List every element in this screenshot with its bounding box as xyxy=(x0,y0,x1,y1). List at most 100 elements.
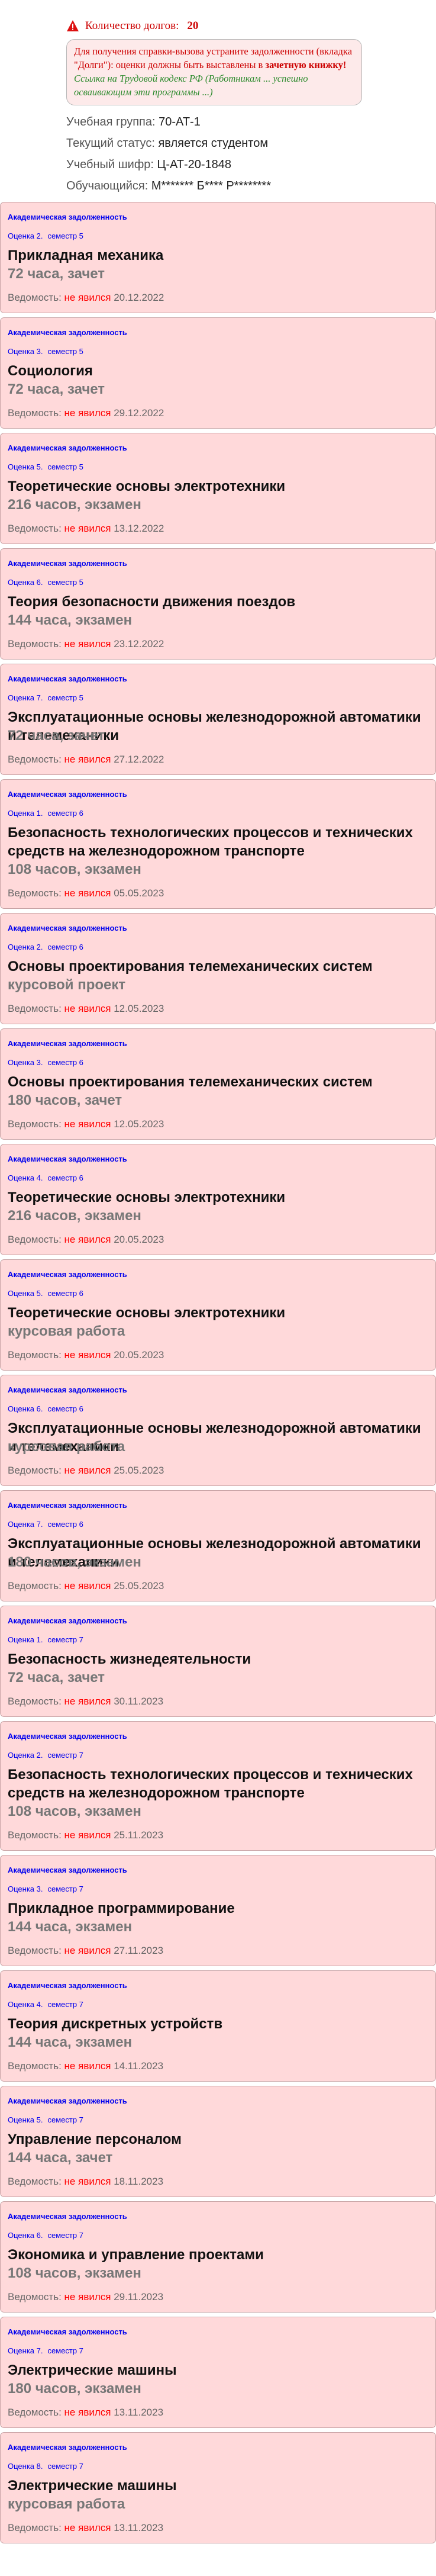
hours-and-form: 180 часов, экзамен xyxy=(8,2381,141,2397)
ledger-date: 12.05.2023 xyxy=(114,1118,164,1130)
ledger-label: Ведомость: xyxy=(8,523,62,534)
ledger-date: 05.05.2023 xyxy=(114,887,164,899)
record-tag: Академическая задолженность xyxy=(8,559,127,568)
ledger-label: Ведомость: xyxy=(8,2060,62,2072)
labor-code-link[interactable]: Ссылка на Трудовой кодекс РФ (Работникам… xyxy=(74,73,308,98)
attendance-status: не явился xyxy=(64,2522,111,2533)
debt-card: Академическая задолженность Оценка 4. семе… xyxy=(0,1970,436,2082)
semester: семестр 5 xyxy=(47,462,83,471)
hours-and-form: 72 часа, зачет xyxy=(8,1670,105,1686)
ledger-line: Ведомость: не явился 18.11.2023 xyxy=(8,2176,163,2188)
discipline-title: Теоретические основы электротехники xyxy=(8,1305,286,1321)
semester: семестр 7 xyxy=(47,2346,83,2355)
ledger-line: Ведомость: не явился 25.05.2023 xyxy=(8,1465,164,1477)
record-tag: Академическая задолженность xyxy=(8,1039,127,1048)
info-student-value: М******* Б**** Р******** xyxy=(151,179,271,192)
semester: семестр 6 xyxy=(47,1404,83,1413)
grade-line: Оценка 6. семестр 5 xyxy=(8,578,83,587)
discipline-title: Электрические машины xyxy=(8,2478,177,2494)
hours-and-form: 180 часов, зачет xyxy=(8,1092,122,1108)
debt-card: Академическая задолженность Оценка 7. семе… xyxy=(0,1490,436,1601)
grade-number: Оценка 5. xyxy=(8,462,43,471)
discipline-title: Социология xyxy=(8,363,93,379)
ledger-date: 29.11.2023 xyxy=(114,2291,164,2302)
info-code-value: Ц-АТ-20-1848 xyxy=(157,158,232,171)
attendance-status: не явился xyxy=(64,1234,111,1245)
record-tag: Академическая задолженность xyxy=(8,1732,127,1741)
discipline-title: Безопасность технологических процессов и… xyxy=(8,825,413,859)
hours-and-form: 144 часа, экзамен xyxy=(8,2034,133,2050)
attendance-status: не явился xyxy=(64,1829,111,1841)
debts-label: Количество долгов: xyxy=(85,20,179,32)
grade-line: Оценка 7. семестр 5 xyxy=(8,693,83,702)
grade-line: Оценка 5. семестр 7 xyxy=(8,2115,83,2124)
semester: семестр 7 xyxy=(47,2115,83,2124)
record-tag: Академическая задолженность xyxy=(8,1616,127,1625)
ledger-line: Ведомость: не явился 13.11.2023 xyxy=(8,2522,163,2534)
ledger-date: 25.05.2023 xyxy=(114,1465,164,1476)
grade-number: Оценка 1. xyxy=(8,809,43,818)
ledger-line: Ведомость: не явился 12.05.2023 xyxy=(8,1003,164,1015)
discipline-title: Теория дискретных устройств xyxy=(8,2016,223,2032)
semester: семестр 5 xyxy=(47,693,83,702)
ledger-date: 13.12.2022 xyxy=(114,523,164,534)
semester: семестр 5 xyxy=(47,578,83,587)
semester: семестр 7 xyxy=(47,2000,83,2009)
ledger-date: 27.11.2023 xyxy=(114,1945,164,1956)
debt-card: Академическая задолженность Оценка 1. семе… xyxy=(0,1606,436,1717)
grade-line: Оценка 6. семестр 7 xyxy=(8,2231,83,2240)
record-tag: Академическая задолженность xyxy=(8,1981,127,1990)
grade-line: Оценка 3. семестр 6 xyxy=(8,1058,83,1067)
debt-card: Академическая задолженность Оценка 4. семе… xyxy=(0,1144,436,1255)
ledger-label: Ведомость: xyxy=(8,1003,62,1014)
record-tag: Академическая задолженность xyxy=(8,2327,127,2336)
grade-line: Оценка 2. семестр 7 xyxy=(8,1751,83,1760)
discipline-title: Основы проектирования телемеханических с… xyxy=(8,959,373,975)
grade-line: Оценка 6. семестр 6 xyxy=(8,1404,83,1413)
grade-line: Оценка 8. семестр 7 xyxy=(8,2462,83,2471)
debt-card: Академическая задолженность Оценка 2. семе… xyxy=(0,913,436,1024)
debts-count: 20 xyxy=(187,20,199,32)
hours-and-form: курсовой проект xyxy=(8,977,126,993)
ledger-line: Ведомость: не явился 30.11.2023 xyxy=(8,1696,163,1707)
discipline-title: Теоретические основы электротехники xyxy=(8,478,286,494)
discipline-title: Основы проектирования телемеханических с… xyxy=(8,1074,373,1090)
hours-and-form: 108 часов, экзамен xyxy=(8,861,141,877)
ledger-date: 25.11.2023 xyxy=(114,1829,164,1841)
ledger-line: Ведомость: не явился 13.12.2022 xyxy=(8,523,164,535)
attendance-status: не явился xyxy=(64,1580,111,1591)
ledger-date: 30.11.2023 xyxy=(114,1696,164,1707)
grade-number: Оценка 5. xyxy=(8,1289,43,1298)
info-student: Обучающийся: М******* Б**** Р******** xyxy=(66,175,432,197)
debt-list: Академическая задолженность Оценка 2. семе… xyxy=(0,202,436,2548)
debt-card: Академическая задолженность Оценка 2. семе… xyxy=(0,1721,436,1851)
semester: семестр 5 xyxy=(47,347,83,356)
ledger-label: Ведомость: xyxy=(8,407,62,419)
record-tag: Академическая задолженность xyxy=(8,924,127,932)
discipline-title: Электрические машины xyxy=(8,2362,177,2378)
semester: семестр 7 xyxy=(47,1751,83,1760)
debt-card: Академическая задолженность Оценка 3. семе… xyxy=(0,1855,436,1966)
ledger-date: 13.11.2023 xyxy=(114,2522,164,2533)
ledger-label: Ведомость: xyxy=(8,1696,62,1707)
app-root: Количество долгов: 20 Для получения спра… xyxy=(0,0,436,2576)
hours-and-form: курсовая работа xyxy=(8,2496,125,2512)
ledger-line: Ведомость: не явился 27.12.2022 xyxy=(8,754,164,766)
ledger-label: Ведомость: xyxy=(8,2291,62,2302)
debt-card: Академическая задолженность Оценка 3. семе… xyxy=(0,317,436,429)
ledger-line: Ведомость: не явился 12.05.2023 xyxy=(8,1118,164,1130)
ledger-date: 13.11.2023 xyxy=(114,2407,164,2418)
discipline-title: Теоретические основы электротехники xyxy=(8,1189,286,1205)
ledger-label: Ведомость: xyxy=(8,2407,62,2418)
grade-number: Оценка 7. xyxy=(8,693,43,702)
grade-line: Оценка 1. семестр 6 xyxy=(8,809,83,818)
ledger-date: 14.11.2023 xyxy=(114,2060,164,2072)
grade-line: Оценка 3. семестр 5 xyxy=(8,347,83,356)
attendance-status: не явился xyxy=(64,2060,111,2072)
ledger-line: Ведомость: не явился 13.11.2023 xyxy=(8,2407,163,2419)
attendance-status: не явился xyxy=(64,1696,111,1707)
discipline-title: Прикладная механика xyxy=(8,247,164,263)
hours-and-form: 216 часов, экзамен xyxy=(8,497,141,513)
debts-warning: Количество долгов: 20 xyxy=(66,18,432,34)
debt-card: Академическая задолженность Оценка 2. семе… xyxy=(0,202,436,313)
